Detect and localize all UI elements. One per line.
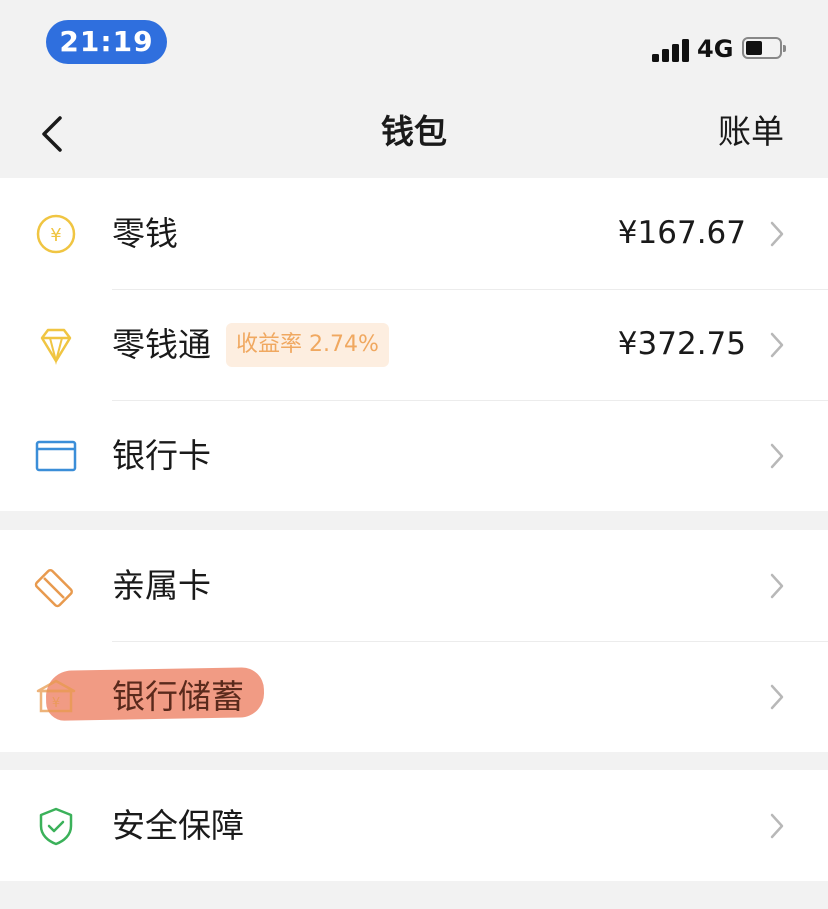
balance-value: ¥372.75 [617, 326, 746, 362]
page-title: 钱包 [381, 112, 447, 151]
bank-savings-icon: ¥ [36, 679, 76, 713]
family-card-icon [34, 569, 73, 608]
list-item-label: 亲属卡 [112, 566, 211, 605]
list-item-change-plus[interactable]: 零钱通 收益率 2.74% ¥372.75 [0, 289, 828, 400]
list-item-label: 银行储蓄 [112, 677, 244, 716]
nav-bar: 钱包 账单 [0, 90, 828, 178]
chevron-right-icon [770, 813, 784, 839]
list-item-label: 安全保障 [112, 806, 244, 845]
list-item-label: 零钱 [112, 214, 178, 253]
chevron-right-icon [770, 684, 784, 710]
bank-card-icon [35, 440, 77, 472]
wallet-group-balances: ¥ 零钱 ¥167.67 零钱通 收益率 2.74% ¥372.75 银行卡 [0, 178, 828, 511]
wallet-group-cards: 亲属卡 ¥ 银行储蓄 [0, 530, 828, 752]
chevron-right-icon [770, 332, 784, 358]
chevron-right-icon [770, 573, 784, 599]
signal-bars-icon [652, 38, 690, 62]
yield-rate-badge: 收益率 2.74% [226, 323, 389, 367]
list-item-security[interactable]: 安全保障 [0, 770, 828, 881]
chevron-left-icon [42, 116, 62, 152]
svg-text:¥: ¥ [50, 225, 61, 246]
bill-button[interactable]: 账单 [718, 90, 784, 174]
status-bar: 21:19 4G [0, 0, 828, 90]
network-type: 4G [697, 35, 734, 63]
list-item-bank-savings[interactable]: ¥ 银行储蓄 [0, 641, 828, 752]
wallet-group-security: 安全保障 [0, 770, 828, 881]
back-button[interactable] [28, 106, 84, 162]
svg-text:¥: ¥ [52, 696, 60, 711]
battery-icon [742, 37, 786, 61]
shield-check-icon [39, 807, 73, 846]
chevron-right-icon [770, 221, 784, 247]
balance-value: ¥167.67 [617, 215, 746, 251]
list-item-label: 银行卡 [112, 436, 211, 475]
chevron-right-icon [770, 443, 784, 469]
list-item-change[interactable]: ¥ 零钱 ¥167.67 [0, 178, 828, 289]
list-item-bank-card[interactable]: 银行卡 [0, 400, 828, 511]
status-time: 21:19 [46, 20, 167, 64]
diamond-icon [40, 328, 72, 365]
list-item-family-card[interactable]: 亲属卡 [0, 530, 828, 641]
list-item-label: 零钱通 [112, 325, 211, 364]
yuan-coin-icon: ¥ [36, 214, 76, 254]
